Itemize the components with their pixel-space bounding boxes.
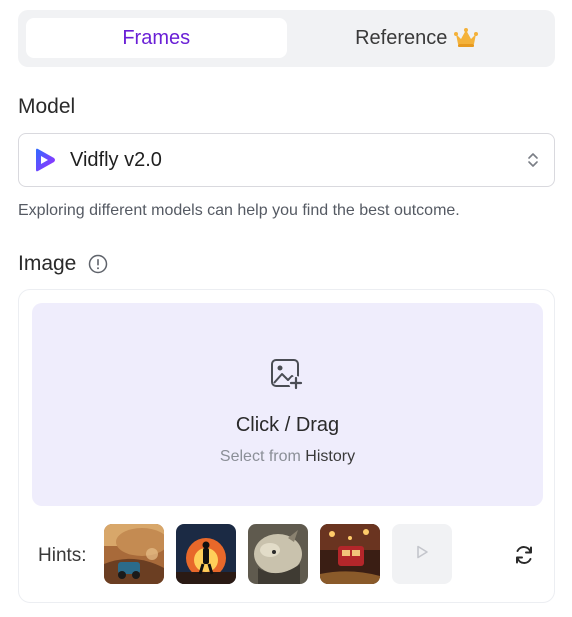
hint-thumbnail-runner-explosion[interactable] <box>176 524 236 584</box>
crown-icon <box>454 28 479 48</box>
mode-tabs: Frames Reference <box>18 10 555 67</box>
upload-main-text: Click / Drag <box>235 414 340 436</box>
tab-reference[interactable]: Reference <box>287 18 548 58</box>
upload-sub-prefix: Select from <box>219 448 301 465</box>
hint-thumbnail-car-desert[interactable] <box>104 524 164 584</box>
updown-chevron-icon <box>526 150 540 170</box>
hint-thumbnail-tram-street[interactable] <box>320 524 380 584</box>
model-helper-text: Exploring different models can help you … <box>18 202 460 219</box>
image-heading: Image <box>18 252 77 275</box>
tab-frames[interactable]: Frames <box>26 18 287 58</box>
hints-label: Hints: <box>38 545 87 566</box>
refresh-icon[interactable] <box>513 544 535 566</box>
image-card: Click / Drag Select from History Hints: <box>18 289 555 603</box>
vidfly-logo-icon <box>33 147 57 173</box>
upload-sub-text: Select from History <box>32 448 543 466</box>
model-heading: Model <box>18 95 76 118</box>
model-select[interactable]: Vidfly v2.0 <box>18 133 555 187</box>
tab-reference-label: Reference <box>355 26 448 49</box>
hint-thumbnail-monster-creature[interactable] <box>248 524 308 584</box>
play-icon <box>414 544 430 565</box>
add-image-icon <box>270 358 304 395</box>
image-dropzone[interactable]: Click / Drag Select from History <box>32 303 543 506</box>
more-hints-button[interactable] <box>392 524 452 584</box>
model-select-value: Vidfly v2.0 <box>70 148 162 171</box>
history-link[interactable]: History <box>305 448 355 465</box>
info-icon[interactable] <box>88 254 108 274</box>
tab-frames-label: Frames <box>122 26 191 49</box>
image-heading-row: Image <box>18 252 108 276</box>
